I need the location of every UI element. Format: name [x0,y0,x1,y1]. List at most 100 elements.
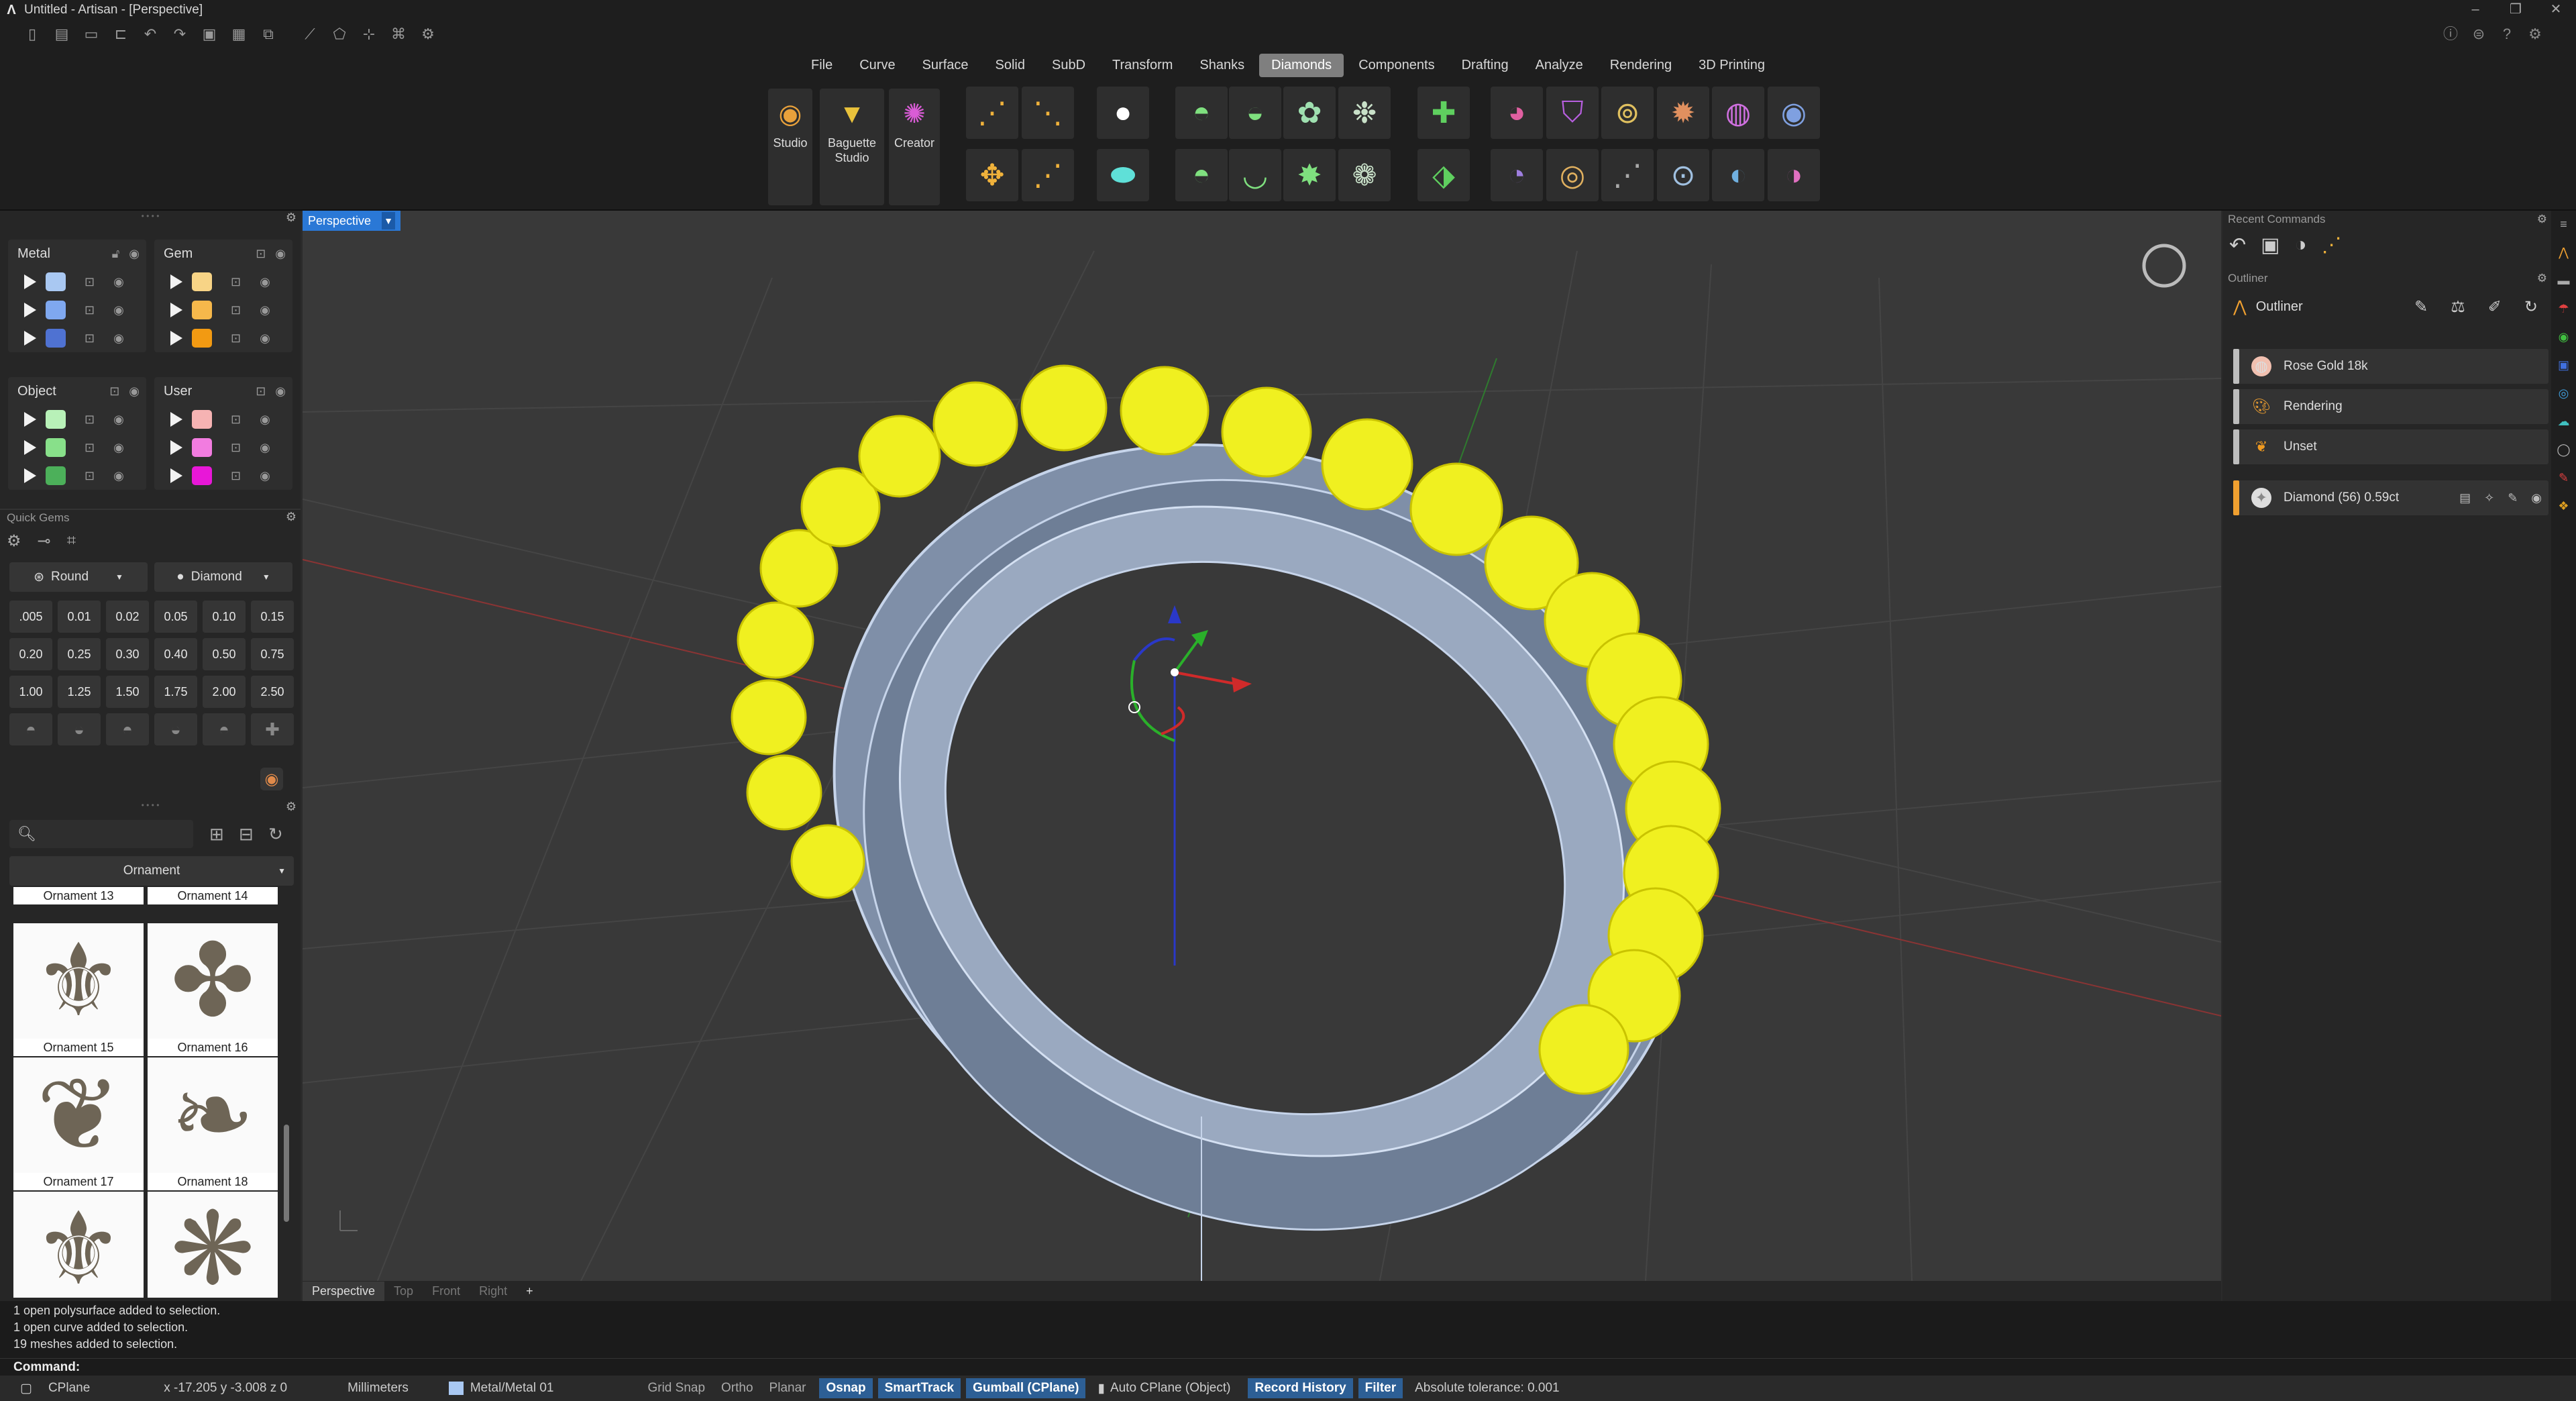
close-button[interactable]: ✕ [2536,0,2576,20]
gem-setting-style-button[interactable]: ✚ [251,713,294,745]
tab-right[interactable]: Right [470,1282,517,1301]
outliner-row-unset[interactable]: ❦ Unset [2233,429,2548,464]
menu-file[interactable]: File [799,54,845,77]
library-item[interactable]: ⚜ Ornament 15 [13,923,144,1056]
tab-perspective[interactable]: Perspective [303,1281,385,1301]
minimize-button[interactable]: – [2455,0,2496,20]
lock-icon[interactable]: ⊡ [85,441,95,455]
gear-icon[interactable]: ⚙ [286,211,297,225]
halo-setting-icon[interactable]: ✿ [1283,87,1336,139]
export-icon[interactable]: ⧉ [256,22,280,46]
materials-tab-icon[interactable]: ☂ [2558,302,2569,316]
gem-edit-icon[interactable]: ◑ [1768,149,1820,201]
layer-color-swatch[interactable] [192,272,212,291]
analyze-gems-icon[interactable]: ◕ [1491,87,1543,139]
display-tab-icon[interactable]: ▬ [2558,274,2570,288]
ortho-toggle[interactable]: Ortho [714,1378,760,1398]
gem-material-dropdown[interactable]: ● Diamond ▼ [154,562,292,592]
settings-tool-icon[interactable]: ⚙ [416,22,440,46]
maximize-button[interactable]: ❐ [2496,0,2536,20]
gear-icon[interactable]: ⚙ [286,510,297,524]
layer-color-swatch[interactable] [46,466,66,485]
layer-color-swatch[interactable] [192,438,212,457]
eye-icon[interactable]: ◉ [2531,491,2542,505]
gem-size-button[interactable]: .005 [9,601,52,633]
gem-command-icon[interactable]: ◑ [2295,234,2307,256]
layer-color-swatch[interactable] [46,329,66,348]
menu-transform[interactable]: Transform [1100,54,1185,77]
units-label[interactable]: Millimeters [341,1378,415,1398]
gem-size-button[interactable]: 0.75 [251,638,294,670]
gem-align-icon[interactable]: ⋰ [1601,149,1654,201]
array-tool-icon[interactable]: ⌘ [386,22,411,46]
lock-icon[interactable]: ⊡ [85,331,95,346]
menu-analyze[interactable]: Analyze [1523,54,1595,77]
select-layer-button[interactable] [24,468,36,483]
edit-icon[interactable]: ✎ [2508,491,2518,505]
gem-ring-icon[interactable]: ⊙ [1657,149,1709,201]
layer-color-swatch[interactable] [192,301,212,319]
auto-cplane-toggle[interactable]: ▮ Auto CPlane (Object) [1091,1378,1237,1399]
gem-setting-style-button[interactable]: ◓ [9,713,52,745]
gear-icon[interactable]: ⚙ [2537,213,2547,226]
command-input[interactable]: Command: [0,1358,2576,1376]
lock-icon[interactable]: ⊡ [231,441,241,455]
select-layer-button[interactable] [170,412,182,427]
new-file-icon[interactable]: ▯ [20,22,44,46]
redo-icon[interactable]: ↷ [168,22,192,46]
save-command-icon[interactable]: ▣ [2261,234,2279,256]
curve-tool-icon[interactable]: ⟋ [298,22,322,46]
gems-by-points-icon[interactable]: ⋰ [1022,149,1074,201]
lock-icon[interactable]: ⊡ [231,331,241,346]
select-layer-button[interactable] [170,331,182,346]
tab-top[interactable]: Top [384,1282,423,1301]
eye-icon[interactable]: ◉ [260,413,270,427]
cplane-label[interactable]: CPlane [42,1378,97,1398]
menu-surface[interactable]: Surface [910,54,981,77]
bezel-setting-icon[interactable]: ◒ [1229,87,1281,139]
undo-icon[interactable]: ↶ [138,22,162,46]
select-layer-button[interactable] [170,468,182,483]
viewport-title-tab[interactable]: Perspective ▼ [303,211,401,231]
eye-icon[interactable]: ◉ [129,384,140,399]
select-layer-button[interactable] [170,440,182,455]
ring-icon[interactable] [2142,244,2186,288]
gem-size-button[interactable]: 1.25 [58,676,101,708]
tension-setting-icon[interactable]: ◡ [1229,149,1281,201]
options-icon[interactable]: ⚙ [2521,23,2549,46]
save-icon[interactable]: ▣ [197,22,221,46]
select-layer-button[interactable] [170,303,182,317]
library-item[interactable]: ✤ Ornament 16 [148,923,278,1056]
lock-icon[interactable]: ⊡ [231,413,241,427]
add-folder-icon[interactable]: ⊞ [209,824,224,845]
lock-icon[interactable]: 🔓︎ [112,247,120,261]
palette-tab-icon[interactable]: ❖ [2558,499,2569,513]
gem-size-button[interactable]: 0.15 [251,601,294,633]
planar-toggle[interactable]: Planar [763,1378,813,1398]
select-layer-button[interactable] [170,274,182,289]
gear-icon[interactable]: ⚙ [286,800,297,814]
menu-diamonds[interactable]: Diamonds [1259,53,1344,77]
eye-icon[interactable]: ◉ [113,469,124,483]
add-viewport-button[interactable]: + [517,1282,543,1301]
oval-gem-icon[interactable]: ⬬ [1097,149,1149,201]
gem-size-button[interactable]: 0.05 [154,601,197,633]
lock-icon[interactable]: ⊡ [85,275,95,289]
open-icon[interactable]: ▭ [79,22,103,46]
cutter-icon[interactable]: ⬗ [1417,149,1470,201]
gem-swap-icon[interactable]: ◐ [1712,149,1764,201]
gem-shape-dropdown[interactable]: ⊛ Round ▼ [9,562,148,592]
eye-icon[interactable]: ◉ [129,247,140,261]
layer-color-swatch[interactable] [46,438,66,457]
lock-icon[interactable]: ⊡ [231,469,241,483]
osnap-toggle[interactable]: Osnap [819,1378,873,1398]
colors-tab-icon[interactable]: ◉ [2559,330,2569,344]
filter-toggle[interactable]: Filter [1358,1378,1403,1398]
eye-icon[interactable]: ◉ [260,275,270,289]
gems-on-curve-icon[interactable]: ⋰ [966,87,1018,139]
gem-size-button[interactable]: 0.30 [106,638,149,670]
creator-button[interactable]: ✺ Creator [889,89,940,205]
eye-icon[interactable]: ◉ [260,331,270,346]
artisan-tab-icon[interactable]: ⋀ [2559,246,2569,260]
select-layer-button[interactable] [24,412,36,427]
